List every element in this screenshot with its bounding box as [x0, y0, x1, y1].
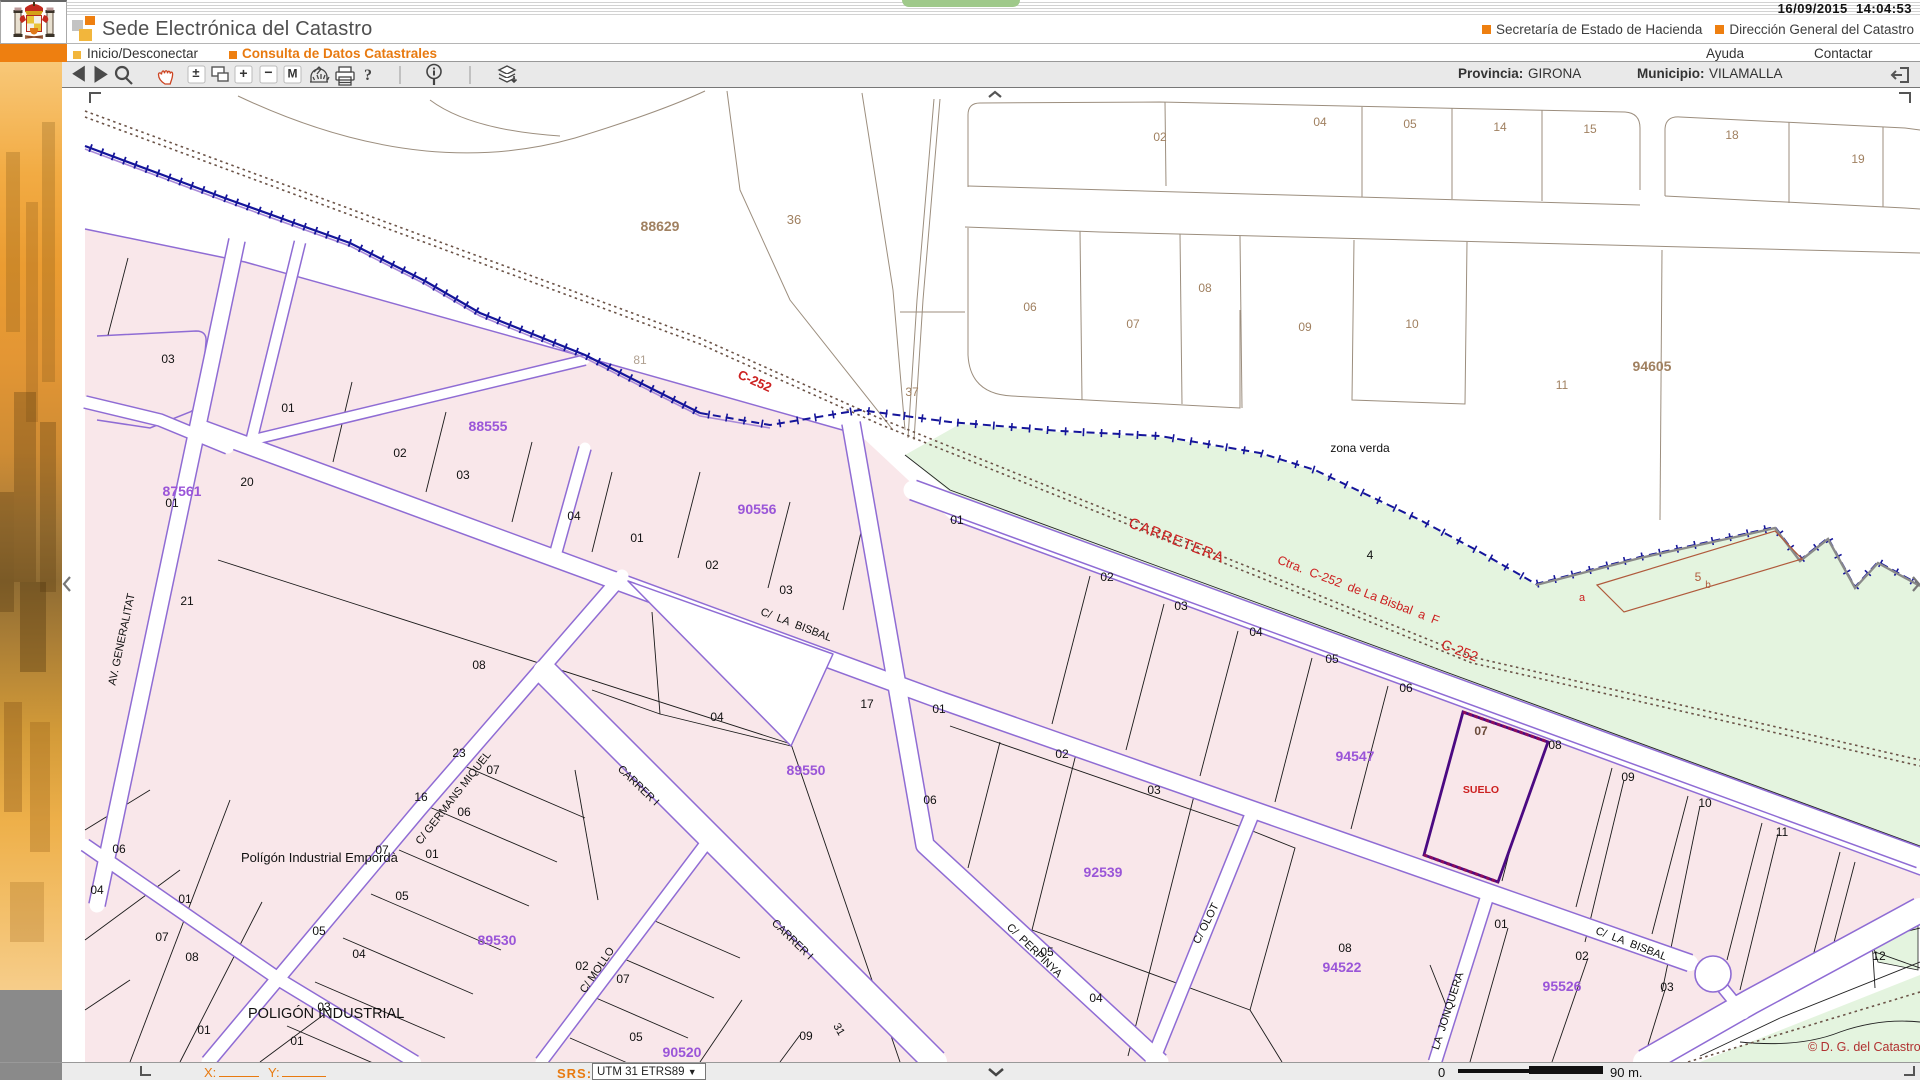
svg-text:09: 09	[1621, 770, 1635, 784]
svg-text:01: 01	[932, 702, 946, 716]
svg-text:90520: 90520	[663, 1044, 702, 1060]
svg-text:03: 03	[779, 583, 793, 597]
svg-text:02: 02	[1153, 130, 1167, 144]
svg-text:06: 06	[1399, 681, 1413, 695]
svg-text:08: 08	[1198, 281, 1212, 295]
svg-text:01: 01	[178, 892, 192, 906]
svg-text:08: 08	[1338, 941, 1352, 955]
svg-text:?: ?	[364, 67, 372, 84]
svg-text:02: 02	[705, 558, 719, 572]
svg-text:94522: 94522	[1323, 959, 1362, 975]
svg-text:+: +	[239, 65, 247, 81]
svg-text:01: 01	[165, 496, 179, 510]
svg-text:07: 07	[155, 930, 169, 944]
svg-text:15: 15	[1583, 122, 1597, 136]
svg-text:03: 03	[317, 1000, 331, 1014]
svg-text:© D. G. del Catastro: © D. G. del Catastro	[1808, 1040, 1920, 1054]
svg-text:06: 06	[923, 793, 937, 807]
svg-text:11: 11	[1556, 378, 1569, 392]
svg-text:08: 08	[185, 950, 199, 964]
svg-text:04: 04	[1089, 991, 1103, 1005]
svg-text:07: 07	[375, 843, 389, 857]
svg-text:01: 01	[425, 847, 439, 861]
svg-text:05: 05	[629, 1030, 643, 1044]
svg-text:−: −	[264, 64, 272, 80]
svg-text:20: 20	[240, 475, 254, 489]
svg-text:08: 08	[1548, 738, 1562, 752]
svg-text:21: 21	[180, 594, 194, 608]
svg-text:01: 01	[1494, 917, 1508, 931]
svg-text:08: 08	[472, 658, 486, 672]
svg-text:±: ±	[192, 65, 199, 80]
svg-text:06: 06	[1023, 300, 1037, 314]
svg-text:14: 14	[1493, 120, 1507, 134]
svg-text:04: 04	[567, 509, 581, 523]
svg-text:95526: 95526	[1543, 978, 1582, 994]
svg-text:89530: 89530	[478, 932, 517, 948]
svg-text:03: 03	[1147, 783, 1161, 797]
svg-text:09: 09	[1298, 320, 1312, 334]
svg-text:04: 04	[710, 710, 724, 724]
svg-text:10: 10	[1405, 317, 1419, 331]
svg-text:07: 07	[1474, 724, 1488, 738]
svg-text:07: 07	[1126, 317, 1140, 331]
svg-text:04: 04	[90, 883, 104, 897]
svg-text:06: 06	[457, 805, 471, 819]
svg-text:04: 04	[352, 947, 366, 961]
svg-text:02: 02	[1575, 949, 1589, 963]
svg-text:02: 02	[1055, 747, 1069, 761]
svg-text:16: 16	[414, 790, 428, 804]
svg-text:02: 02	[575, 959, 589, 973]
svg-text:09: 09	[799, 1029, 813, 1043]
svg-text:37: 37	[905, 385, 919, 399]
svg-text:03: 03	[161, 352, 175, 366]
svg-text:b: b	[1705, 580, 1711, 591]
svg-text:01: 01	[290, 1034, 304, 1048]
svg-text:05: 05	[1040, 945, 1054, 959]
svg-text:03: 03	[456, 468, 470, 482]
svg-text:02: 02	[393, 446, 407, 460]
svg-text:19: 19	[1851, 152, 1865, 166]
svg-text:88629: 88629	[641, 218, 680, 234]
svg-text:12: 12	[1872, 949, 1886, 963]
svg-text:88555: 88555	[469, 418, 508, 434]
svg-text:94547: 94547	[1336, 748, 1375, 764]
svg-text:04: 04	[1313, 115, 1327, 129]
svg-text:89550: 89550	[787, 762, 826, 778]
svg-text:zona verda: zona verda	[1330, 441, 1390, 455]
svg-text:SUELO: SUELO	[1463, 784, 1499, 796]
svg-text:5: 5	[1695, 570, 1702, 584]
svg-text:17: 17	[860, 697, 874, 711]
svg-text:03: 03	[1174, 599, 1188, 613]
svg-text:M: M	[288, 67, 298, 81]
svg-text:05: 05	[312, 924, 326, 938]
svg-text:a: a	[1579, 592, 1586, 604]
svg-text:4: 4	[1367, 548, 1374, 562]
svg-text:81: 81	[633, 353, 647, 367]
svg-text:05: 05	[1403, 117, 1417, 131]
svg-text:94605: 94605	[1633, 358, 1672, 374]
svg-text:07: 07	[486, 763, 500, 777]
svg-text:06: 06	[112, 842, 126, 856]
svg-text:10: 10	[1698, 796, 1712, 810]
svg-text:36: 36	[787, 212, 801, 227]
svg-text:03: 03	[1660, 980, 1674, 994]
svg-text:01: 01	[950, 513, 964, 527]
svg-text:04: 04	[1249, 625, 1263, 639]
svg-text:07: 07	[616, 972, 630, 986]
svg-text:18: 18	[1725, 128, 1739, 142]
svg-text:01: 01	[197, 1023, 211, 1037]
svg-text:92539: 92539	[1084, 864, 1123, 880]
svg-text:23: 23	[452, 746, 466, 760]
svg-text:11: 11	[1776, 825, 1789, 839]
svg-text:05: 05	[395, 889, 409, 903]
svg-text:90556: 90556	[738, 501, 777, 517]
svg-text:05: 05	[1325, 652, 1339, 666]
svg-text:01: 01	[630, 531, 644, 545]
svg-text:02: 02	[1100, 570, 1114, 584]
svg-text:01: 01	[281, 401, 295, 415]
